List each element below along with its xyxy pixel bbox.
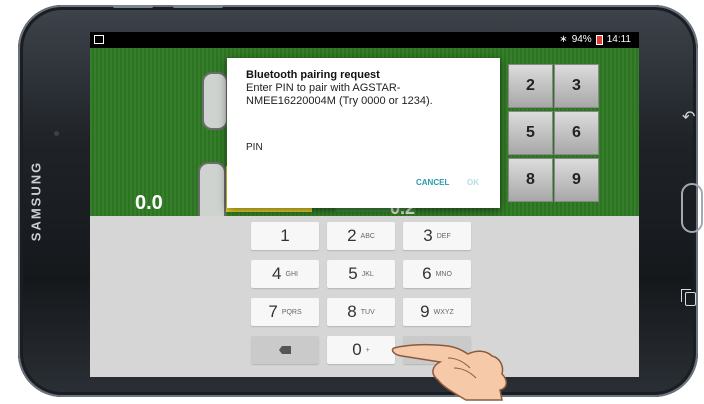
home-button[interactable]: [681, 183, 703, 233]
key-digit: 0: [352, 340, 362, 359]
backspace-icon: [279, 346, 291, 354]
key-letters: WXYZ: [433, 308, 454, 316]
key-digit: 2: [347, 226, 357, 245]
key-letters: PQRS: [281, 308, 302, 316]
key-letters: TUV: [360, 308, 375, 316]
pointing-hand-icon: [391, 343, 507, 401]
app-key-9[interactable]: 9: [554, 158, 599, 202]
key-5[interactable]: 5 JKL: [327, 260, 395, 288]
key-letters: MNO: [435, 270, 452, 278]
key-digit: 9: [420, 302, 430, 321]
app-key-3[interactable]: 3: [554, 64, 599, 108]
pairing-dialog: Bluetooth pairing request Enter PIN to p…: [227, 58, 500, 208]
left-value: 0.0: [135, 192, 163, 214]
volume-button[interactable]: [113, 5, 153, 8]
status-bar: ∗ 94% 14:11: [90, 32, 639, 48]
key-digit: 5: [348, 264, 358, 283]
cancel-button[interactable]: CANCEL: [416, 178, 449, 187]
dialog-message: Enter PIN to pair with AGSTAR-NMEE162200…: [246, 82, 433, 107]
numeric-keyboard: 1 2 ABC 3 DEF 4 GHI 5 JKL 6 MNO 7 PQRS 8…: [90, 216, 639, 377]
key-digit: 6: [422, 264, 432, 283]
power-button[interactable]: [173, 5, 223, 8]
key-4[interactable]: 4 GHI: [251, 260, 319, 288]
key-3[interactable]: 3 DEF: [403, 222, 471, 250]
dialog-title: Bluetooth pairing request: [246, 69, 380, 81]
key-8[interactable]: 8 TUV: [327, 298, 395, 326]
key-1[interactable]: 1: [251, 222, 319, 250]
key-letters: GHI: [285, 270, 298, 278]
front-camera: [54, 131, 59, 136]
gauge-top: [202, 72, 228, 130]
key-9[interactable]: 9 WXYZ: [403, 298, 471, 326]
key-digit: 7: [268, 302, 278, 321]
key-letters: JKL: [361, 270, 374, 278]
key-digit: 3: [423, 226, 433, 245]
key-digit: 1: [280, 226, 290, 245]
key-digit: 4: [272, 264, 282, 283]
bluetooth-icon: ∗: [559, 34, 568, 45]
brand-logo: SAMSUNG: [28, 160, 44, 242]
back-icon[interactable]: ↶: [682, 107, 695, 127]
key-6[interactable]: 6 MNO: [403, 260, 471, 288]
battery-level: 94%: [571, 34, 592, 45]
app-key-6[interactable]: 6: [554, 111, 599, 155]
key-letters: +: [365, 346, 370, 354]
app-key-8[interactable]: 8: [508, 158, 553, 202]
screen: 0.0 0.2 2 3 5 6 8 9 ∗ 94% 14:11 Bluetoot…: [90, 32, 639, 377]
key-2[interactable]: 2 ABC: [327, 222, 395, 250]
battery-icon: [595, 34, 603, 45]
screenshot-icon: [94, 35, 104, 44]
clock: 14:11: [606, 34, 631, 45]
ok-button[interactable]: OK: [467, 178, 479, 187]
recents-icon[interactable]: [681, 289, 696, 306]
app-key-2[interactable]: 2: [508, 64, 553, 108]
status-right: ∗ 94% 14:11: [559, 34, 631, 45]
key-letters: DEF: [436, 232, 451, 240]
key-digit: 8: [347, 302, 357, 321]
pin-input[interactable]: PIN: [246, 142, 263, 153]
app-key-5[interactable]: 5: [508, 111, 553, 155]
key-letters: ABC: [360, 232, 375, 240]
key-0[interactable]: 0 +: [327, 336, 395, 364]
backspace-key[interactable]: [251, 336, 319, 364]
key-7[interactable]: 7 PQRS: [251, 298, 319, 326]
